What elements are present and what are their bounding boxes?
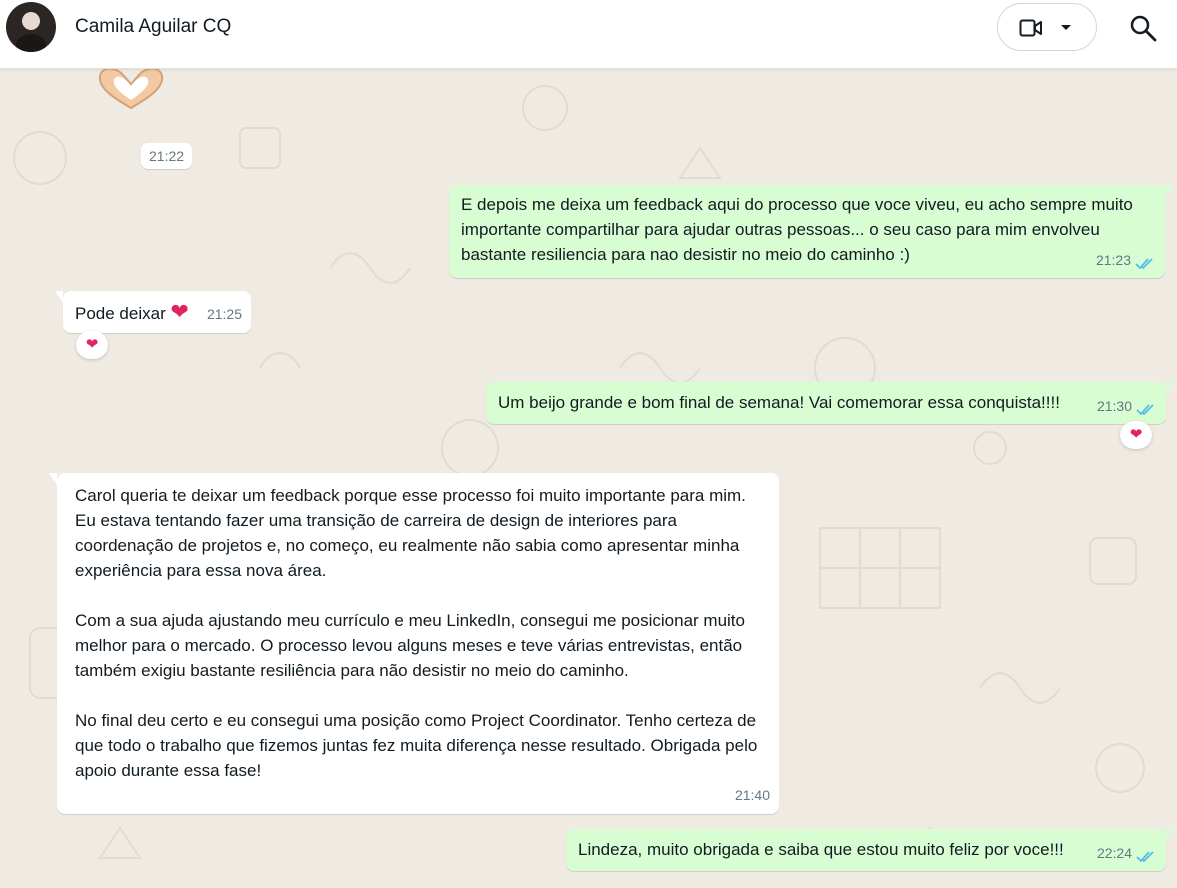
message-list[interactable]: 21:22 E depois me deixa um feedback aqui…: [0, 68, 1177, 888]
incoming-message[interactable]: Pode deixar ❤ 21:25: [55, 291, 251, 333]
message-time: 21:40: [734, 787, 770, 803]
outgoing-message[interactable]: E depois me deixa um feedback aqui do pr…: [449, 185, 1173, 278]
video-call-button[interactable]: [997, 3, 1097, 51]
contact-avatar[interactable]: [6, 2, 56, 52]
reaction-heart[interactable]: ❤: [76, 331, 108, 359]
incoming-message[interactable]: Carol queria te deixar um feedback porqu…: [49, 473, 779, 814]
read-receipt-icon: [1136, 404, 1154, 416]
message-time: 21:30: [1096, 398, 1132, 414]
read-receipt-icon: [1135, 258, 1153, 270]
heart-hands-icon[interactable]: [94, 68, 168, 110]
message-paragraph: Carol queria te deixar um feedback porqu…: [75, 486, 751, 580]
contact-name[interactable]: Camila Aguilar CQ: [75, 16, 231, 38]
message-time: 21:25: [206, 306, 242, 322]
message-paragraph: Com a sua ajuda ajustando meu currículo …: [75, 611, 750, 680]
chevron-down-icon[interactable]: [1060, 24, 1072, 32]
message-text: Lindeza, muito obrigada e saiba que esto…: [578, 840, 1064, 859]
outgoing-message[interactable]: Um beijo grande e bom final de semana! V…: [486, 382, 1174, 424]
read-receipt-icon: [1136, 851, 1154, 863]
message-text: E depois me deixa um feedback aqui do pr…: [461, 195, 1138, 264]
message-time: 22:24: [1096, 845, 1132, 861]
search-icon[interactable]: [1128, 13, 1158, 43]
chat-header: Camila Aguilar CQ: [0, 0, 1177, 69]
message-paragraph: No final deu certo e eu consegui uma pos…: [75, 711, 763, 780]
message-text: Um beijo grande e bom final de semana! V…: [498, 393, 1060, 412]
outgoing-message[interactable]: Lindeza, muito obrigada e saiba que esto…: [566, 829, 1174, 871]
message-time: 21:23: [1095, 252, 1131, 268]
video-camera-icon: [1019, 19, 1042, 37]
message-text: Pode deixar ❤: [75, 299, 189, 324]
sticker-timestamp: 21:22: [141, 143, 193, 169]
heart-emoji: ❤: [170, 299, 189, 324]
reaction-heart[interactable]: ❤: [1120, 421, 1152, 449]
